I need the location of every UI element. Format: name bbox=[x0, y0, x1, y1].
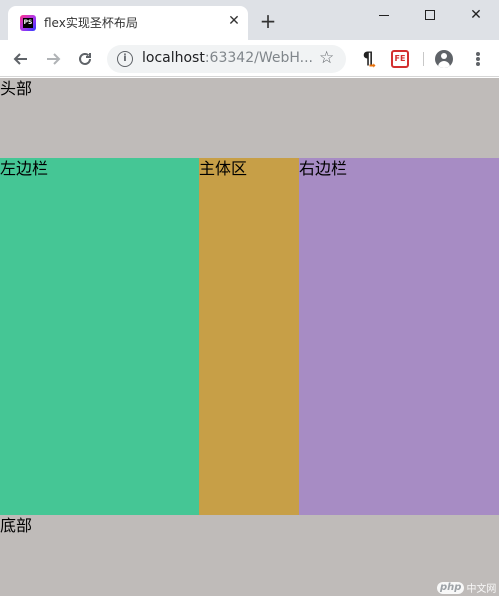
footer-region: 底部 bbox=[0, 515, 499, 596]
close-tab-icon[interactable]: ✕ bbox=[226, 12, 242, 30]
phpstorm-favicon-icon: PS bbox=[20, 15, 36, 31]
close-window-button[interactable]: ✕ bbox=[453, 0, 499, 30]
fe-helper-extension-icon[interactable]: FE bbox=[390, 49, 410, 69]
left-sidebar-label: 左边栏 bbox=[0, 159, 49, 178]
new-tab-button[interactable]: + bbox=[258, 10, 278, 32]
tab-title: flex实现圣杯布局 bbox=[44, 16, 138, 30]
browser-toolbar: i localhost:63342/WebH... ☆ ¶ ➡ FE bbox=[0, 40, 499, 77]
right-sidebar-region: 右边栏 bbox=[299, 158, 499, 515]
footer-label: 底部 bbox=[0, 516, 33, 535]
pilcrow-extension-icon[interactable]: ¶ ➡ bbox=[358, 49, 378, 70]
main-region: 主体区 bbox=[199, 158, 299, 515]
arrow-right-icon bbox=[47, 53, 61, 65]
bookmark-star-icon[interactable]: ☆ bbox=[319, 48, 334, 68]
header-label: 头部 bbox=[0, 79, 33, 98]
back-button[interactable] bbox=[9, 47, 33, 71]
header-region: 头部 bbox=[0, 78, 499, 158]
main-label: 主体区 bbox=[199, 159, 248, 178]
url-text: localhost:63342/WebH... bbox=[142, 50, 313, 66]
forward-button[interactable] bbox=[41, 47, 65, 71]
watermark-badge: php bbox=[437, 581, 465, 594]
fe-label: FE bbox=[391, 50, 409, 68]
browser-tab[interactable]: PS flex实现圣杯布局 ✕ bbox=[8, 6, 248, 40]
reload-button[interactable] bbox=[73, 47, 97, 71]
arrow-left-icon bbox=[13, 53, 27, 65]
url-rest: :63342/WebH... bbox=[204, 50, 313, 66]
maximize-button[interactable] bbox=[407, 0, 453, 30]
page-content: 头部 左边栏 主体区 右边栏 底部 bbox=[0, 78, 499, 596]
tab-strip: PS flex实现圣杯布局 ✕ + ✕ bbox=[0, 0, 499, 40]
reload-icon bbox=[79, 52, 91, 65]
address-bar[interactable]: i localhost:63342/WebH... ☆ bbox=[107, 45, 346, 73]
info-icon[interactable]: i bbox=[117, 51, 133, 67]
profile-icon[interactable] bbox=[435, 50, 453, 68]
url-host: localhost bbox=[142, 50, 205, 66]
php-watermark: php 中文网 bbox=[437, 580, 496, 595]
minimize-button[interactable] bbox=[361, 0, 407, 30]
toolbar-divider bbox=[423, 52, 424, 66]
more-vertical-icon[interactable] bbox=[470, 50, 486, 68]
watermark-text: 中文网 bbox=[466, 584, 497, 595]
right-sidebar-label: 右边栏 bbox=[299, 159, 348, 178]
left-sidebar-region: 左边栏 bbox=[0, 158, 199, 515]
favicon-label: PS bbox=[23, 18, 33, 28]
